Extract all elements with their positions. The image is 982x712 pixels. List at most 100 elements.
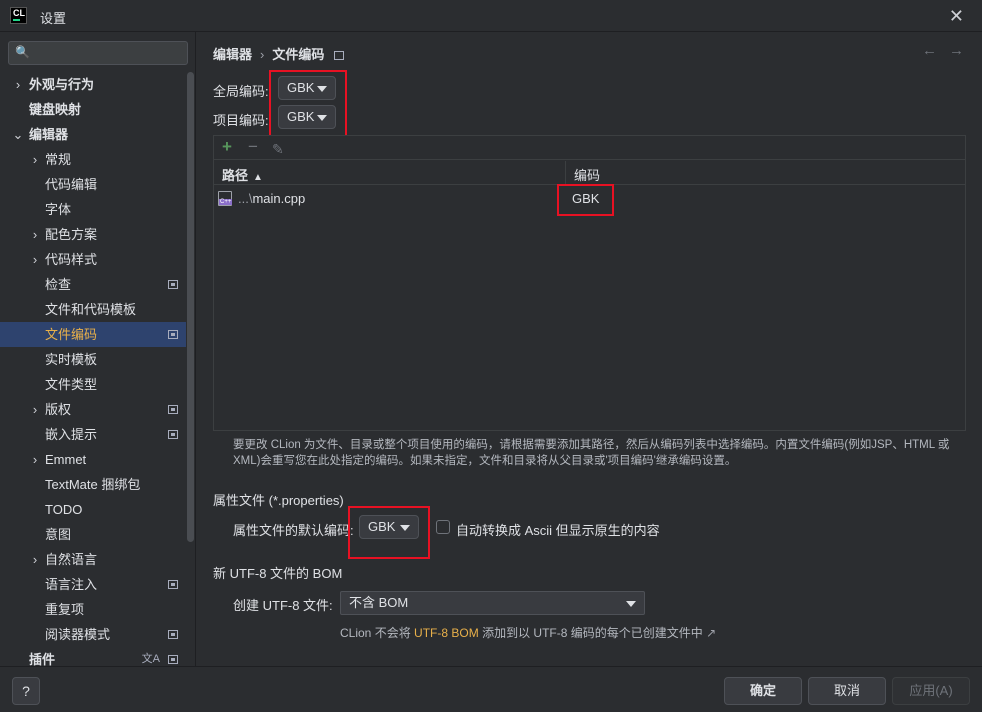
sidebar-item[interactable]: ⌄ 编辑器 xyxy=(0,122,186,147)
table-header: 路径 ▲ 编码 xyxy=(214,161,965,185)
breadcrumb-separator: › xyxy=(260,47,265,62)
sidebar-item-label: 插件 xyxy=(29,652,56,666)
cancel-button[interactable]: 取消 xyxy=(808,677,886,705)
sidebar-item-label: 键盘映射 xyxy=(29,102,82,117)
sidebar-scrollbar[interactable] xyxy=(187,72,194,542)
sidebar-item[interactable]: TODO xyxy=(0,497,186,522)
remove-icon[interactable]: − xyxy=(248,138,258,156)
sidebar-item-label: 代码编辑 xyxy=(45,177,98,192)
external-link-icon[interactable]: ↗ xyxy=(706,626,716,640)
sidebar-item[interactable]: › Emmet xyxy=(0,447,186,472)
ok-button[interactable]: 确定 xyxy=(724,677,802,705)
project-encoding-dropdown[interactable]: GBK xyxy=(278,105,336,129)
sidebar-item-label: 文件类型 xyxy=(45,377,98,392)
sidebar-item[interactable]: › 自然语言 xyxy=(0,547,186,572)
chevron-right-icon[interactable]: › xyxy=(29,397,41,422)
project-scope-icon xyxy=(168,630,178,639)
hint-prefix: CLion 不会将 xyxy=(340,626,411,640)
project-scope-icon xyxy=(168,430,178,439)
chevron-right-icon[interactable]: › xyxy=(29,247,41,272)
sidebar-item[interactable]: › 版权 xyxy=(0,397,186,422)
sidebar-item[interactable]: 文件编码 xyxy=(0,322,186,347)
sidebar-item[interactable]: 语言注入 xyxy=(0,572,186,597)
apply-button[interactable]: 应用(A) xyxy=(892,677,970,705)
create-utf8-label: 创建 UTF-8 文件: xyxy=(233,598,333,613)
table-toolbar: + − ✎ xyxy=(214,136,965,160)
clion-logo-icon: CL xyxy=(10,7,27,24)
chevron-right-icon[interactable]: › xyxy=(29,447,41,472)
sidebar-item[interactable]: 文件和代码模板 xyxy=(0,297,186,322)
sidebar-item-label: 自然语言 xyxy=(45,552,98,567)
chevron-right-icon[interactable]: › xyxy=(29,147,41,172)
sidebar-item[interactable]: 键盘映射 xyxy=(0,97,186,122)
sidebar-item-label: 配色方案 xyxy=(45,227,98,242)
dropdown-arrow-icon xyxy=(317,115,327,121)
breadcrumb-current: 文件编码 xyxy=(272,47,325,62)
back-arrow-icon[interactable]: ← xyxy=(922,42,937,59)
sidebar-item[interactable]: › 常规 xyxy=(0,147,186,172)
sidebar-item[interactable]: TextMate 捆绑包 xyxy=(0,472,186,497)
chevron-right-icon[interactable]: › xyxy=(12,72,24,97)
sidebar-item-label: 语言注入 xyxy=(45,577,98,592)
settings-tree: › 外观与行为键盘映射 ⌄ 编辑器 › 常规代码编辑字体 › 配色方案 › 代码样式检查文件和代码… xyxy=(0,72,186,666)
sidebar-item[interactable]: 意图 xyxy=(0,522,186,547)
sidebar-item[interactable]: 插件 文A xyxy=(0,647,186,666)
chevron-down-icon[interactable]: ⌄ xyxy=(12,122,24,147)
project-encoding-value: GBK xyxy=(287,109,315,124)
sidebar-item[interactable]: › 配色方案 xyxy=(0,222,186,247)
sidebar-item-label: 检查 xyxy=(45,277,72,292)
sidebar-item-label: 文件编码 xyxy=(45,327,98,342)
sidebar-item-label: 字体 xyxy=(45,202,72,217)
properties-encoding-dropdown[interactable]: GBK xyxy=(359,515,419,539)
table-row[interactable]: ...\main.cpp GBK xyxy=(214,186,965,211)
sidebar-item[interactable]: 文件类型 xyxy=(0,372,186,397)
sort-ascending-icon: ▲ xyxy=(253,172,263,183)
ascii-conversion-label[interactable]: 自动转换成 Ascii 但显示原生的内容 xyxy=(456,520,660,539)
cpp-file-icon xyxy=(218,191,233,206)
breadcrumb: 编辑器 › 文件编码 xyxy=(213,44,345,63)
sidebar-item-label: 编辑器 xyxy=(29,127,69,142)
search-icon: 🔍 xyxy=(15,45,30,59)
properties-default-encoding-label: 属性文件的默认编码: xyxy=(233,523,354,538)
forward-arrow-icon[interactable]: → xyxy=(949,42,964,59)
dropdown-arrow-icon xyxy=(626,601,636,607)
sidebar-item[interactable]: 嵌入提示 xyxy=(0,422,186,447)
breadcrumb-parent[interactable]: 编辑器 xyxy=(213,47,252,62)
column-header-encoding[interactable]: 编码 xyxy=(574,165,600,184)
sidebar-item[interactable]: 重复项 xyxy=(0,597,186,622)
sidebar-item[interactable]: 阅读器模式 xyxy=(0,622,186,647)
column-divider[interactable] xyxy=(565,161,566,185)
help-button[interactable]: ? xyxy=(12,677,40,705)
sidebar-item[interactable]: 检查 xyxy=(0,272,186,297)
properties-encoding-value: GBK xyxy=(368,519,396,534)
file-path-cell: ...\main.cpp xyxy=(238,191,306,206)
file-encoding-cell[interactable]: GBK xyxy=(572,191,599,206)
nav-arrows: ← → xyxy=(910,42,964,59)
add-icon[interactable]: + xyxy=(222,138,232,156)
ascii-conversion-checkbox[interactable] xyxy=(436,520,450,534)
column-header-path[interactable]: 路径 ▲ xyxy=(222,165,263,184)
sidebar-item[interactable]: › 外观与行为 xyxy=(0,72,186,97)
sidebar-item-label: 嵌入提示 xyxy=(45,427,98,442)
edit-icon[interactable]: ✎ xyxy=(272,140,284,158)
sidebar-item-label: TextMate 捆绑包 xyxy=(45,477,141,492)
sidebar-item[interactable]: 实时模板 xyxy=(0,347,186,372)
settings-search-input[interactable] xyxy=(33,44,183,62)
sidebar-item[interactable]: 字体 xyxy=(0,197,186,222)
sidebar-item-label: 实时模板 xyxy=(45,352,98,367)
close-icon[interactable]: ✕ xyxy=(949,6,964,27)
settings-search-box[interactable]: 🔍 xyxy=(8,41,188,65)
dropdown-arrow-icon xyxy=(400,525,410,531)
bom-option-dropdown[interactable]: 不含 BOM xyxy=(340,591,645,615)
sidebar-item-label: 版权 xyxy=(45,402,72,417)
sidebar-item[interactable]: › 代码样式 xyxy=(0,247,186,272)
utf8-bom-link[interactable]: UTF-8 BOM xyxy=(414,626,479,640)
chevron-right-icon[interactable]: › xyxy=(29,547,41,572)
sidebar-item-label: 代码样式 xyxy=(45,252,98,267)
sidebar-item[interactable]: 代码编辑 xyxy=(0,172,186,197)
global-encoding-dropdown[interactable]: GBK xyxy=(278,76,336,100)
sidebar-item-label: 阅读器模式 xyxy=(45,627,111,642)
settings-sidebar: 🔍 › 外观与行为键盘映射 ⌄ 编辑器 › 常规代码编辑字体 › 配色方案 › 代码样式检查文件和… xyxy=(0,32,196,666)
chevron-right-icon[interactable]: › xyxy=(29,222,41,247)
bom-option-value: 不含 BOM xyxy=(349,595,409,610)
